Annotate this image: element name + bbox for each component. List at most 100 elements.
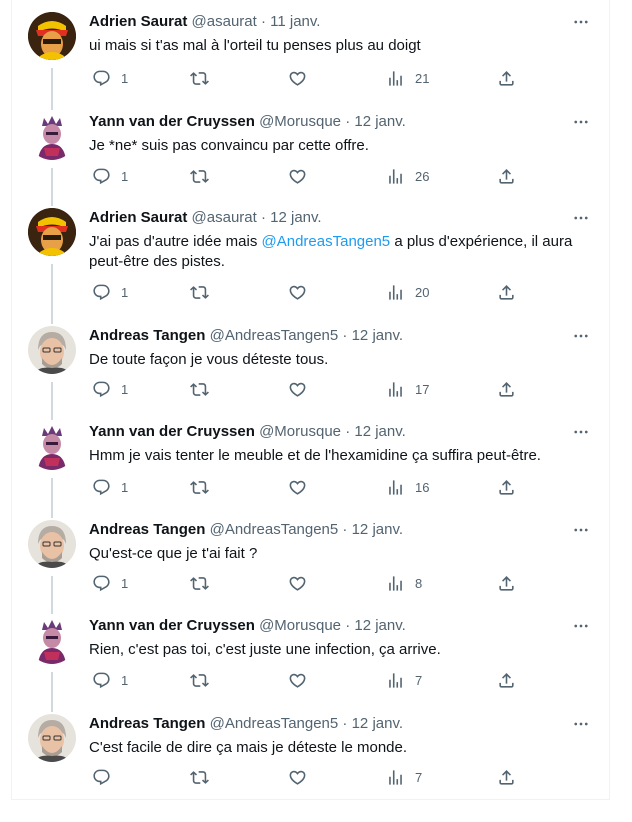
views-icon — [389, 168, 402, 184]
avatar[interactable] — [28, 520, 76, 568]
author-handle[interactable]: @AndreasTangen5 — [210, 327, 339, 344]
tweet[interactable]: Andreas Tangen @AndreasTangen5 · 12 janv… — [12, 508, 611, 604]
tweet-date[interactable]: 12 janv. — [270, 209, 321, 226]
tweet-date[interactable]: 12 janv. — [354, 423, 405, 440]
more-icon[interactable] — [567, 710, 595, 738]
like-button[interactable] — [288, 373, 307, 405]
like-button[interactable] — [288, 761, 307, 793]
more-icon[interactable] — [567, 204, 595, 232]
views-button[interactable]: 16 — [386, 471, 429, 503]
tweet[interactable]: Yann van der Cruyssen @Morusque · 12 jan… — [12, 604, 611, 702]
tweet-date[interactable]: 12 janv. — [352, 327, 403, 344]
views-button[interactable]: 21 — [386, 62, 429, 94]
author-name[interactable]: Adrien Saurat — [89, 13, 187, 30]
tweet-date[interactable]: 12 janv. — [352, 715, 403, 732]
avatar[interactable] — [28, 112, 76, 160]
tweet[interactable]: Adrien Saurat @asaurat · 11 janv. ui mai… — [12, 0, 611, 100]
like-icon — [289, 71, 306, 86]
thread-connector — [51, 196, 53, 206]
retweet-button[interactable] — [190, 62, 209, 94]
author-name[interactable]: Andreas Tangen — [89, 521, 205, 538]
avatar[interactable] — [28, 422, 76, 470]
tweet-text: Je *ne* suis pas convaincu par cette off… — [89, 137, 369, 154]
avatar[interactable] — [28, 12, 76, 60]
share-button[interactable] — [497, 761, 516, 793]
more-icon[interactable] — [567, 612, 595, 640]
share-button[interactable] — [497, 471, 516, 503]
reply-button[interactable]: 1 — [92, 160, 128, 192]
reply-button[interactable]: 1 — [92, 62, 128, 94]
reply-button[interactable] — [92, 761, 111, 793]
share-button[interactable] — [497, 664, 516, 696]
views-button[interactable]: 7 — [386, 761, 422, 793]
views-button[interactable]: 8 — [386, 567, 422, 599]
reply-button[interactable]: 1 — [92, 471, 128, 503]
tweet-date[interactable]: 12 janv. — [354, 113, 405, 130]
retweet-button[interactable] — [190, 761, 209, 793]
avatar[interactable] — [28, 208, 76, 256]
retweet-button[interactable] — [190, 160, 209, 192]
author-handle[interactable]: @asaurat — [192, 209, 257, 226]
views-icon — [389, 575, 402, 591]
thread-connector — [51, 314, 53, 324]
author-name[interactable]: Yann van der Cruyssen — [89, 113, 255, 130]
separator: · — [342, 521, 348, 538]
more-icon[interactable] — [567, 418, 595, 446]
reply-button[interactable]: 1 — [92, 664, 128, 696]
share-button[interactable] — [497, 62, 516, 94]
views-button[interactable]: 26 — [386, 160, 429, 192]
thread-connector — [51, 702, 53, 712]
tweet[interactable]: Adrien Saurat @asaurat · 12 janv. J'ai p… — [12, 196, 611, 314]
more-icon[interactable] — [567, 8, 595, 36]
separator: · — [345, 423, 351, 440]
share-button[interactable] — [497, 373, 516, 405]
retweet-button[interactable] — [190, 664, 209, 696]
author-name[interactable]: Andreas Tangen — [89, 327, 205, 344]
like-button[interactable] — [288, 471, 307, 503]
avatar[interactable] — [28, 714, 76, 762]
like-button[interactable] — [288, 62, 307, 94]
reply-button[interactable]: 1 — [92, 276, 128, 308]
like-button[interactable] — [288, 664, 307, 696]
share-button[interactable] — [497, 276, 516, 308]
avatar[interactable] — [28, 616, 76, 664]
retweet-button[interactable] — [190, 471, 209, 503]
author-name[interactable]: Yann van der Cruyssen — [89, 423, 255, 440]
author-handle[interactable]: @AndreasTangen5 — [210, 715, 339, 732]
like-button[interactable] — [288, 276, 307, 308]
mention-link[interactable]: @AndreasTangen5 — [262, 233, 391, 250]
more-icon[interactable] — [567, 322, 595, 350]
tweet[interactable]: Yann van der Cruyssen @Morusque · 12 jan… — [12, 410, 611, 508]
author-name[interactable]: Adrien Saurat — [89, 209, 187, 226]
author-handle[interactable]: @Morusque — [259, 423, 341, 440]
author-handle[interactable]: @Morusque — [259, 617, 341, 634]
like-icon — [289, 285, 306, 300]
reply-button[interactable]: 1 — [92, 567, 128, 599]
like-button[interactable] — [288, 567, 307, 599]
author-handle[interactable]: @Morusque — [259, 113, 341, 130]
retweet-button[interactable] — [190, 567, 209, 599]
like-button[interactable] — [288, 160, 307, 192]
tweet[interactable]: Yann van der Cruyssen @Morusque · 12 jan… — [12, 100, 611, 196]
share-button[interactable] — [497, 160, 516, 192]
reply-button[interactable]: 1 — [92, 373, 128, 405]
author-handle[interactable]: @AndreasTangen5 — [210, 521, 339, 538]
retweet-button[interactable] — [190, 276, 209, 308]
tweet-header: Adrien Saurat @asaurat · 11 janv. — [89, 12, 595, 32]
author-handle[interactable]: @asaurat — [192, 13, 257, 30]
tweet-date[interactable]: 11 janv. — [270, 13, 320, 30]
tweet[interactable]: Andreas Tangen @AndreasTangen5 · 12 janv… — [12, 314, 611, 410]
author-name[interactable]: Andreas Tangen — [89, 715, 205, 732]
views-button[interactable]: 17 — [386, 373, 429, 405]
avatar[interactable] — [28, 326, 76, 374]
share-button[interactable] — [497, 567, 516, 599]
author-name[interactable]: Yann van der Cruyssen — [89, 617, 255, 634]
tweet[interactable]: Andreas Tangen @AndreasTangen5 · 12 janv… — [12, 702, 611, 800]
tweet-date[interactable]: 12 janv. — [354, 617, 405, 634]
views-button[interactable]: 7 — [386, 664, 422, 696]
tweet-date[interactable]: 12 janv. — [352, 521, 403, 538]
more-icon[interactable] — [567, 108, 595, 136]
more-icon[interactable] — [567, 516, 595, 544]
retweet-button[interactable] — [190, 373, 209, 405]
views-button[interactable]: 20 — [386, 276, 429, 308]
